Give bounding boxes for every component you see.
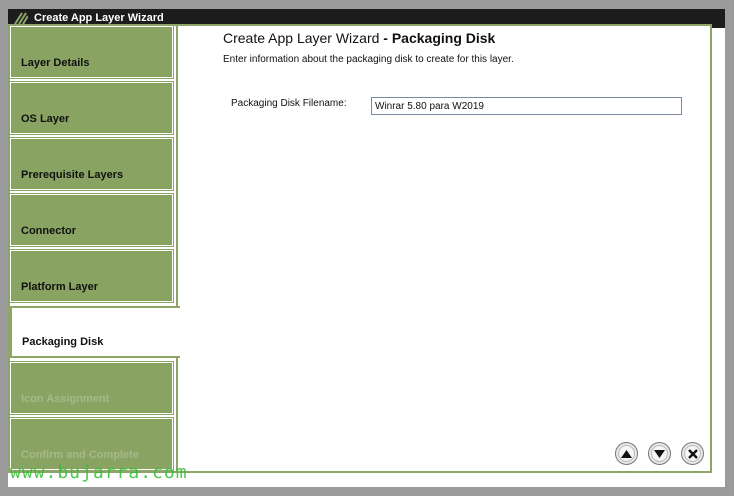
- step-label: Layer Details: [21, 57, 90, 69]
- step-label: OS Layer: [21, 113, 70, 125]
- arrow-up-icon: [618, 445, 635, 462]
- window-title: Create App Layer Wizard: [34, 12, 164, 24]
- step-label: Connector: [21, 225, 76, 237]
- step-label: Confirm and Complete: [21, 449, 139, 461]
- watermark: www.bujarra.com: [10, 462, 188, 483]
- step-prerequisite-layers[interactable]: Prerequisite Layers: [9, 137, 174, 191]
- page-description: Enter information about the packaging di…: [223, 54, 514, 65]
- arrow-down-icon: [651, 445, 668, 462]
- step-os-layer[interactable]: OS Layer: [9, 81, 174, 135]
- close-icon: [684, 445, 701, 462]
- step-label: Icon Assignment: [21, 393, 110, 405]
- step-layer-details[interactable]: Layer Details: [9, 25, 174, 79]
- packaging-disk-filename-label: Packaging Disk Filename:: [231, 98, 347, 109]
- packaging-disk-filename-input[interactable]: [371, 97, 682, 115]
- step-label: Prerequisite Layers: [21, 169, 124, 181]
- step-connector[interactable]: Connector: [9, 193, 174, 247]
- previous-step-button[interactable]: [615, 442, 638, 465]
- step-platform-layer[interactable]: Platform Layer: [9, 249, 174, 303]
- next-step-button[interactable]: [648, 442, 671, 465]
- wizard-steps-sidebar: Layer Details OS Layer Prerequisite Laye…: [9, 25, 180, 471]
- step-packaging-disk[interactable]: Packaging Disk: [10, 306, 180, 358]
- page-title-suffix: - Packaging Disk: [379, 30, 496, 46]
- step-label: Platform Layer: [21, 281, 99, 293]
- step-label: Packaging Disk: [22, 336, 104, 348]
- main-panel: [176, 24, 712, 473]
- step-icon-assignment: Icon Assignment: [9, 361, 174, 415]
- page-title-prefix: Create App Layer Wizard: [223, 30, 380, 46]
- cancel-wizard-button[interactable]: [681, 442, 704, 465]
- page-title: Create App Layer Wizard - Packaging Disk: [223, 30, 495, 46]
